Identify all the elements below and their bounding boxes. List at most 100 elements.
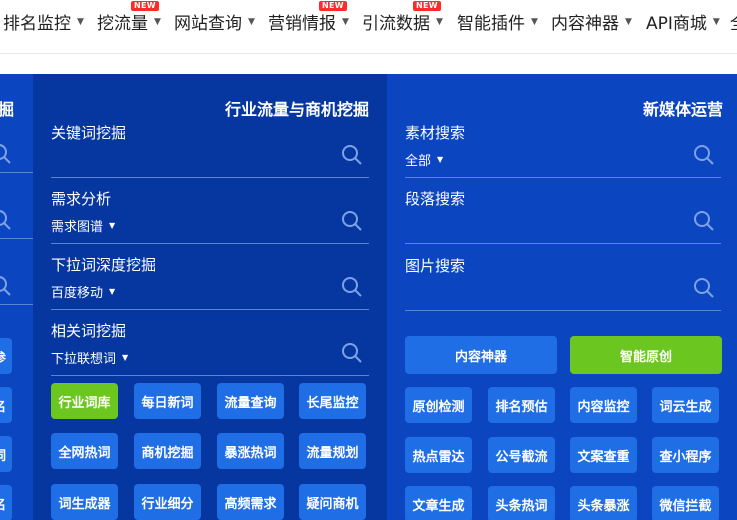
nav-item-traffic-data[interactable]: NEW 引流数据 ▼ xyxy=(362,1,443,34)
caret-down-icon: ▼ xyxy=(437,155,444,164)
tool-button[interactable]: 热点雷达 xyxy=(405,437,472,473)
left-panel-button[interactable]: 名 xyxy=(0,387,12,423)
caret-down-icon: ▼ xyxy=(342,16,349,27)
caret-down-icon: ▼ xyxy=(712,16,720,27)
nav-item-marketing[interactable]: NEW 营销情报 ▼ xyxy=(268,1,349,34)
tool-button[interactable]: 原创检测 xyxy=(405,387,472,423)
nav-item-label: 挖流量 xyxy=(97,14,148,34)
field-label: 素材搜索 xyxy=(405,124,466,142)
tool-button[interactable]: 文案查重 xyxy=(570,437,637,473)
panel-title: 新媒体运营 xyxy=(642,100,723,119)
tool-button[interactable]: 长尾监控 xyxy=(299,383,366,419)
tool-button[interactable]: 排名预估 xyxy=(488,387,555,423)
new-media-panel: 新媒体运营 素材搜索 全部 ▼ 段落搜索 图片搜索 内容神器 智能原创 原创检测 … xyxy=(387,74,737,520)
keyword-mining-field[interactable]: 关键词挖掘 xyxy=(51,122,369,178)
divider xyxy=(0,238,33,239)
field-label: 需求分析 xyxy=(51,190,112,208)
field-label: 相关词挖掘 xyxy=(51,322,127,340)
tool-button[interactable]: 微信拦截 xyxy=(652,486,719,520)
image-search-field[interactable]: 图片搜索 xyxy=(405,255,721,311)
tool-button[interactable]: 文章生成 xyxy=(405,486,472,520)
caret-down-icon: ▼ xyxy=(625,16,632,27)
tool-button[interactable]: 流量规划 xyxy=(299,433,366,469)
tool-button[interactable]: 行业词库 xyxy=(51,383,118,419)
dropdown-select[interactable]: 需求图谱 ▼ xyxy=(51,216,115,235)
search-icon[interactable] xyxy=(693,210,715,232)
nav-item-rank-monitor[interactable]: 排名监控 ▼ xyxy=(3,9,84,34)
search-icon[interactable] xyxy=(693,277,715,299)
dropdown-select[interactable]: 全部 ▼ xyxy=(405,150,443,169)
new-badge: NEW xyxy=(319,1,347,11)
top-nav: 排名监控 ▼ NEW 挖流量 ▼ 网站查询 ▼ NEW 营销情报 ▼ NEW 引流数据 ▼… xyxy=(0,0,737,54)
left-panel-button[interactable]: 名 xyxy=(0,485,12,520)
nav-item-label: API商城 xyxy=(646,14,707,34)
caret-down-icon: ▼ xyxy=(109,287,116,296)
paragraph-search-field[interactable]: 段落搜索 xyxy=(405,188,721,244)
caret-down-icon: ▼ xyxy=(122,353,129,362)
nav-item-label: 内容神器 xyxy=(551,14,619,34)
left-panel-button[interactable]: 词 xyxy=(0,436,12,472)
caret-down-icon: ▼ xyxy=(531,16,538,27)
industry-traffic-panel: 行业流量与商机挖掘 关键词挖掘 需求分析 需求图谱 ▼ 下拉词深度挖掘 百度移动 ▼… xyxy=(33,74,387,520)
nav-item-overflow[interactable]: 全 xyxy=(730,9,737,34)
tool-button[interactable]: 每日新词 xyxy=(134,383,201,419)
field-label: 关键词挖掘 xyxy=(51,124,127,142)
left-panel-title: 掘 xyxy=(0,100,15,119)
search-icon[interactable] xyxy=(693,144,715,166)
caret-down-icon: ▼ xyxy=(248,16,255,27)
related-keyword-field[interactable]: 相关词挖掘 下拉联想词 ▼ xyxy=(51,320,369,376)
nav-item-label: 引流数据 xyxy=(362,14,430,34)
tool-button[interactable]: 头条暴涨 xyxy=(570,486,637,520)
left-panel: 掘 参 名 词 名 xyxy=(0,74,33,520)
content-tools-button[interactable]: 内容神器 xyxy=(405,336,557,374)
nav-item-label: 排名监控 xyxy=(3,14,71,34)
tool-button[interactable]: 头条热词 xyxy=(488,486,555,520)
tool-button[interactable]: 流量查询 xyxy=(217,383,284,419)
search-icon[interactable] xyxy=(341,144,363,166)
nav-item-site-query[interactable]: 网站查询 ▼ xyxy=(174,9,255,34)
tool-button[interactable]: 词云生成 xyxy=(652,387,719,423)
nav-item-label: 智能插件 xyxy=(457,14,525,34)
left-panel-button[interactable]: 参 xyxy=(0,338,12,374)
caret-down-icon: ▼ xyxy=(109,221,116,230)
field-label: 图片搜索 xyxy=(405,257,466,275)
search-icon[interactable] xyxy=(0,209,12,231)
nav-item-label: 网站查询 xyxy=(174,14,242,34)
nav-item-api-mall[interactable]: API商城 ▼ xyxy=(646,9,720,34)
nav-item-content-tools[interactable]: 内容神器 ▼ xyxy=(551,9,632,34)
tool-button[interactable]: 暴涨热词 xyxy=(217,433,284,469)
new-badge: NEW xyxy=(131,1,159,11)
search-icon[interactable] xyxy=(341,342,363,364)
nav-item-label: 全 xyxy=(730,9,737,34)
search-icon[interactable] xyxy=(0,143,12,165)
tool-button[interactable]: 行业细分 xyxy=(134,484,201,520)
dropdown-keyword-field[interactable]: 下拉词深度挖掘 百度移动 ▼ xyxy=(51,254,369,310)
tool-button[interactable]: 高频需求 xyxy=(217,484,284,520)
tool-button[interactable]: 查小程序 xyxy=(652,437,719,473)
divider xyxy=(0,172,33,173)
tool-button[interactable]: 全网热词 xyxy=(51,433,118,469)
tool-button[interactable]: 公号截流 xyxy=(488,437,555,473)
dropdown-select[interactable]: 下拉联想词 ▼ xyxy=(51,348,128,367)
search-icon[interactable] xyxy=(0,275,12,297)
dropdown-select[interactable]: 百度移动 ▼ xyxy=(51,282,115,301)
new-badge: NEW xyxy=(413,1,441,11)
field-label: 段落搜索 xyxy=(405,190,466,208)
panel-title: 行业流量与商机挖掘 xyxy=(224,100,369,119)
tool-button[interactable]: 内容监控 xyxy=(570,387,637,423)
nav-item-label: 营销情报 xyxy=(268,14,336,34)
demand-analysis-field[interactable]: 需求分析 需求图谱 ▼ xyxy=(51,188,369,244)
material-search-field[interactable]: 素材搜索 全部 ▼ xyxy=(405,122,721,178)
caret-down-icon: ▼ xyxy=(436,16,443,27)
field-label: 下拉词深度挖掘 xyxy=(51,256,157,274)
tool-button[interactable]: 词生成器 xyxy=(51,484,118,520)
caret-down-icon: ▼ xyxy=(154,16,161,27)
divider xyxy=(0,304,33,305)
tool-button[interactable]: 疑问商机 xyxy=(299,484,366,520)
search-icon[interactable] xyxy=(341,276,363,298)
search-icon[interactable] xyxy=(341,210,363,232)
smart-original-button[interactable]: 智能原创 xyxy=(570,336,722,374)
tool-button[interactable]: 商机挖掘 xyxy=(134,433,201,469)
nav-item-traffic[interactable]: NEW 挖流量 ▼ xyxy=(97,1,161,34)
nav-item-plugins[interactable]: 智能插件 ▼ xyxy=(457,9,538,34)
